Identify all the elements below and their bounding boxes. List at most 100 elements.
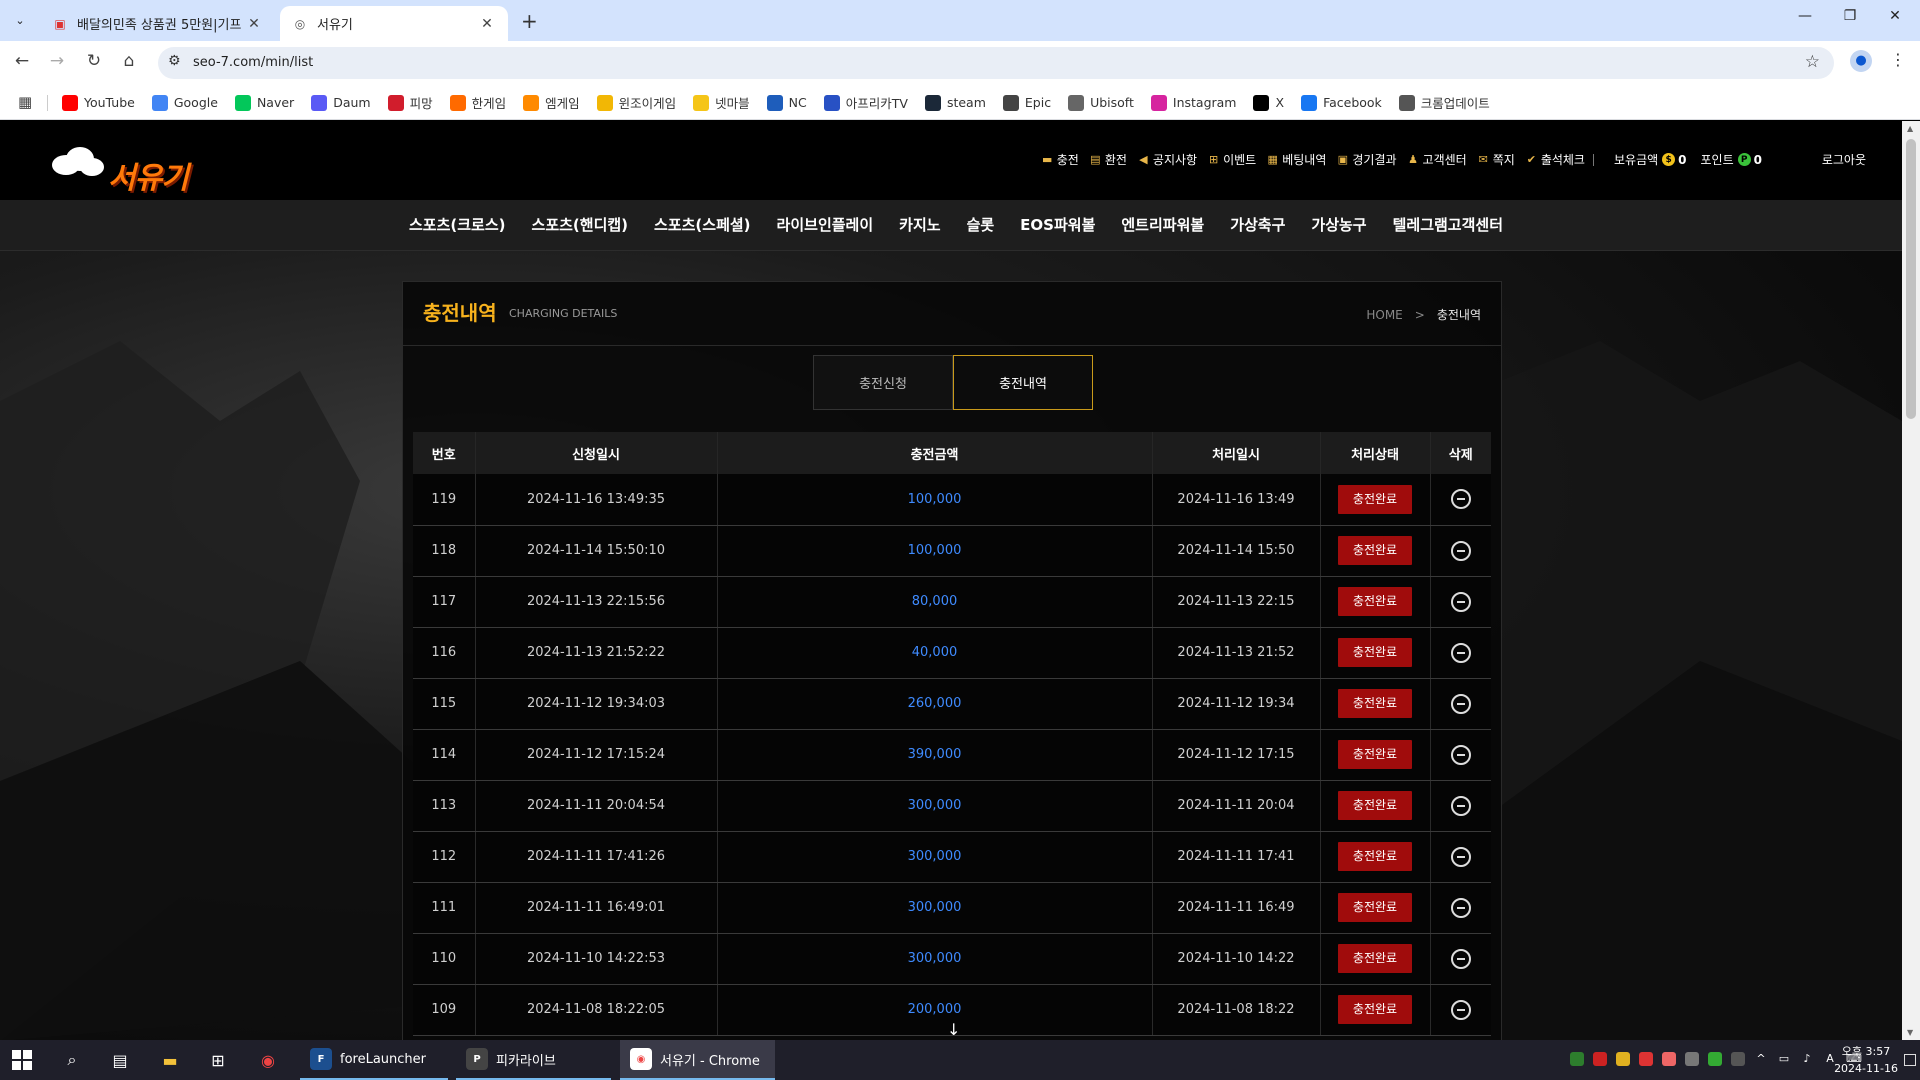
topmenu-item[interactable]: ♟ 고객센터: [1406, 151, 1467, 168]
topmenu-item[interactable]: ◀ 공지사항: [1136, 151, 1197, 168]
topmenu-item[interactable]: ▬ 충전: [1040, 151, 1079, 168]
bookmark-item[interactable]: 한게임: [449, 93, 506, 112]
delete-minus-icon[interactable]: [1450, 897, 1471, 918]
tab-seoyugi[interactable]: ◎ 서유기 ✕: [280, 6, 508, 41]
security-icon[interactable]: [1616, 1052, 1630, 1066]
close-tab-icon[interactable]: ✕: [478, 16, 496, 32]
bookmark-item[interactable]: Naver: [234, 94, 294, 111]
topmenu-item[interactable]: ⊞ 이벤트: [1206, 151, 1256, 168]
reload-icon[interactable]: ↻: [82, 51, 106, 71]
nvidia-icon[interactable]: [1708, 1052, 1722, 1066]
taskbar-app[interactable]: P 피카라이브: [456, 1040, 611, 1080]
network-icon[interactable]: ▭: [1777, 1052, 1791, 1066]
volume-icon[interactable]: ♪: [1800, 1052, 1814, 1066]
tab-baemin[interactable]: ▣ 배달의민족 상품권 5만원|기프 ✕: [40, 6, 275, 41]
windows-start-icon[interactable]: [12, 1050, 32, 1070]
back-icon[interactable]: ←: [10, 51, 34, 71]
address-bar[interactable]: ⚙ seo-7.com/min/list ☆: [158, 47, 1834, 79]
delete-minus-icon[interactable]: [1450, 540, 1471, 561]
mainnav-item[interactable]: 텔레그램고객센터: [1393, 214, 1503, 235]
mainnav-item[interactable]: 가상농구: [1311, 214, 1366, 235]
delete-minus-icon[interactable]: [1450, 846, 1471, 867]
bookmark-item[interactable]: X: [1253, 94, 1284, 111]
tab-charge-request[interactable]: 충전신청: [813, 355, 953, 410]
logout-link[interactable]: 로그아웃: [1822, 151, 1866, 168]
delete-minus-icon[interactable]: [1450, 744, 1471, 765]
scroll-down-icon[interactable]: ▼: [1907, 1028, 1913, 1037]
bookmark-item[interactable]: 아프리카TV: [823, 93, 908, 112]
notification-icon[interactable]: [1904, 1054, 1916, 1066]
topmenu-item[interactable]: ✔ 출석체크: [1524, 151, 1585, 168]
shield-icon[interactable]: [1570, 1052, 1584, 1066]
menu-kebab-icon[interactable]: ⋮: [1890, 50, 1906, 69]
mainnav-item[interactable]: 스포츠(핸디캡): [532, 214, 629, 235]
delete-minus-icon[interactable]: [1450, 591, 1471, 612]
bookmark-item[interactable]: Instagram: [1150, 94, 1236, 111]
bookmark-item[interactable]: steam: [924, 94, 986, 111]
delete-minus-icon[interactable]: [1450, 693, 1471, 714]
taskbar-app[interactable]: ◉ 서유기 - Chrome: [620, 1040, 775, 1080]
apps-grid-icon[interactable]: ▦: [18, 93, 32, 111]
balance[interactable]: 보유금액 $0: [1614, 151, 1687, 168]
chat-icon[interactable]: [1662, 1052, 1676, 1066]
minimize-icon[interactable]: —: [1790, 8, 1820, 24]
topmenu-item[interactable]: ✉ 쪽지: [1476, 151, 1515, 168]
topmenu-item[interactable]: ▤ 환전: [1088, 151, 1127, 168]
bookmark-item[interactable]: Google: [151, 94, 218, 111]
delete-minus-icon[interactable]: [1450, 489, 1471, 510]
search-icon[interactable]: ⌕: [60, 1048, 84, 1072]
site-logo[interactable]: 서유기: [48, 139, 198, 196]
points[interactable]: 포인트 P 0: [1701, 151, 1762, 168]
delete-minus-icon[interactable]: [1450, 642, 1471, 663]
store-icon[interactable]: ⊞: [206, 1048, 230, 1072]
close-window-icon[interactable]: ✕: [1880, 8, 1910, 24]
bookmark-item[interactable]: 윈조이게임: [596, 93, 676, 112]
system-clock[interactable]: 오후 3:57 2024-11-16: [1834, 1043, 1898, 1077]
tab-charge-history[interactable]: 충전내역: [953, 355, 1093, 410]
delete-minus-icon[interactable]: [1450, 948, 1471, 969]
scrollbar-thumb[interactable]: [1906, 139, 1916, 419]
bookmark-item[interactable]: Ubisoft: [1068, 94, 1134, 111]
mainnav-item[interactable]: 카지노: [899, 214, 940, 235]
update-icon[interactable]: [1731, 1052, 1745, 1066]
scroll-up-icon[interactable]: ▲: [1907, 124, 1913, 133]
bookmark-item[interactable]: YouTube: [62, 94, 135, 111]
taskbar-app[interactable]: FforeLauncher: [300, 1040, 448, 1080]
url-text[interactable]: seo-7.com/min/list: [193, 55, 313, 70]
site-info-icon[interactable]: ⚙: [168, 53, 181, 69]
mainnav-item[interactable]: 슬롯: [967, 214, 995, 235]
topmenu-item[interactable]: ▣ 경기결과: [1335, 151, 1397, 168]
file-explorer-icon[interactable]: ▬: [158, 1048, 182, 1072]
breadcrumb-home[interactable]: HOME: [1366, 308, 1402, 322]
chrome-pinned-icon[interactable]: ◉: [256, 1048, 280, 1072]
new-tab-button[interactable]: +: [521, 9, 538, 33]
home-icon[interactable]: ⌂: [117, 51, 141, 71]
media-icon[interactable]: [1593, 1052, 1607, 1066]
delete-minus-icon[interactable]: [1450, 795, 1471, 816]
bookmark-item[interactable]: 피망: [387, 93, 433, 112]
bookmark-item[interactable]: Epic: [1002, 94, 1051, 111]
mainnav-item[interactable]: 가상축구: [1230, 214, 1285, 235]
restore-icon[interactable]: ❐: [1835, 8, 1865, 24]
bookmark-item[interactable]: NC: [766, 94, 807, 111]
bookmark-item[interactable]: Facebook: [1301, 94, 1382, 111]
close-tab-icon[interactable]: ✕: [245, 16, 263, 32]
bookmark-item[interactable]: Daum: [311, 94, 371, 111]
mainnav-item[interactable]: EOS파워볼: [1020, 214, 1095, 235]
delete-minus-icon[interactable]: [1450, 999, 1471, 1020]
tab-search-button[interactable]: ⌄: [6, 8, 34, 32]
profile-avatar[interactable]: ●: [1850, 50, 1872, 72]
mainnav-item[interactable]: 엔트리파워볼: [1121, 214, 1204, 235]
forward-icon[interactable]: →: [45, 51, 69, 71]
bookmark-item[interactable]: 엠게임: [523, 93, 580, 112]
chevron-up-icon[interactable]: ^: [1754, 1052, 1768, 1066]
bookmark-item[interactable]: 넷마블: [693, 93, 750, 112]
page-scrollbar[interactable]: ▲ ▼: [1902, 121, 1920, 1040]
bookmark-star-icon[interactable]: ☆: [1805, 52, 1820, 72]
bookmark-item[interactable]: 크롬업데이트: [1398, 93, 1490, 112]
mainnav-item[interactable]: 스포츠(크로스): [409, 214, 506, 235]
app-tray-icon[interactable]: [1639, 1052, 1653, 1066]
task-view-icon[interactable]: ▤: [108, 1048, 132, 1072]
topmenu-item[interactable]: ▦ 베팅내역: [1265, 151, 1327, 168]
mainnav-item[interactable]: 라이브인플레이: [777, 214, 874, 235]
